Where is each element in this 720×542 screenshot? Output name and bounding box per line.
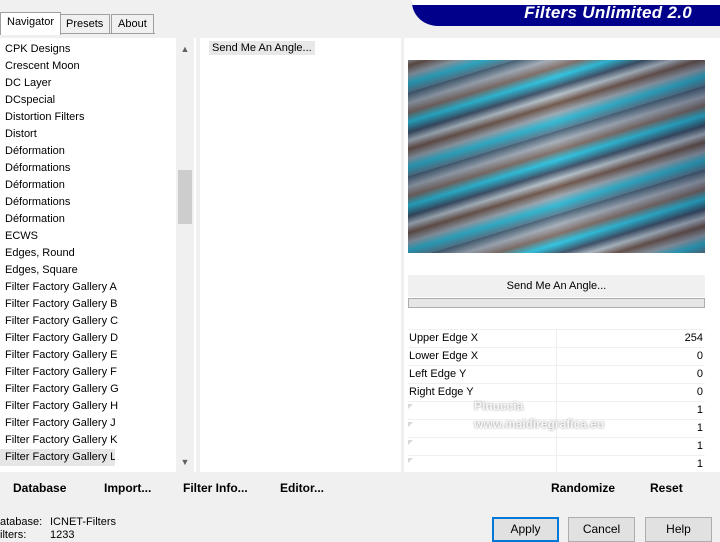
tab-bar: Navigator Presets About <box>0 12 160 35</box>
category-item[interactable]: Edges, Square <box>0 262 176 279</box>
category-item[interactable]: Filter Factory Gallery E <box>0 347 176 364</box>
status-filters-label: ilters: <box>0 529 27 541</box>
param-row[interactable]: 1 <box>408 455 705 474</box>
param-value[interactable]: 0 <box>697 350 703 362</box>
tab-navigator[interactable]: Navigator <box>0 12 62 35</box>
watermark-site: www.maidiregrafica.eu <box>474 417 605 431</box>
category-item[interactable]: CPK Designs <box>0 41 176 58</box>
scroll-thumb[interactable] <box>178 170 192 224</box>
status-database-value: ICNET-Filters <box>50 516 116 528</box>
category-item[interactable]: Déformation <box>0 143 176 160</box>
category-item[interactable]: Filter Factory Gallery C <box>0 313 176 330</box>
current-filter-name: Send Me An Angle... <box>408 275 705 297</box>
param-tick-icon <box>408 440 413 445</box>
param-row[interactable]: Lower Edge X 0 <box>408 347 705 366</box>
category-item[interactable]: Distort <box>0 126 176 143</box>
param-value[interactable]: 1 <box>697 458 703 470</box>
filter-list[interactable]: Send Me An Angle... <box>200 38 401 472</box>
category-item[interactable]: Crescent Moon <box>0 58 176 75</box>
category-item[interactable]: Filter Factory Gallery J <box>0 415 176 432</box>
category-item[interactable]: Filter Factory Gallery H <box>0 398 176 415</box>
category-item[interactable]: Déformation <box>0 211 176 228</box>
param-row[interactable]: Right Edge Y 0 <box>408 383 705 402</box>
tab-presets[interactable]: Presets <box>59 14 111 34</box>
category-item[interactable]: Filter Factory Gallery A <box>0 279 176 296</box>
reset-button[interactable]: Reset <box>650 481 683 495</box>
category-item[interactable]: Filter Factory Gallery F <box>0 364 176 381</box>
status-database: atabase: ICNET-Filters <box>0 516 116 528</box>
param-separator <box>556 384 557 402</box>
category-item[interactable]: Déformation <box>0 177 176 194</box>
param-label: Left Edge Y <box>409 368 467 380</box>
param-separator <box>556 456 557 474</box>
param-tick-icon <box>408 404 413 409</box>
filter-info-button[interactable]: Filter Info... <box>183 481 248 495</box>
import-button[interactable]: Import... <box>104 481 151 495</box>
category-item[interactable]: Filter Factory Gallery D <box>0 330 176 347</box>
category-scrollbar[interactable]: ▲ ▼ <box>176 38 194 472</box>
scroll-down-icon[interactable]: ▼ <box>176 454 194 471</box>
preview-image <box>408 60 705 253</box>
category-item[interactable]: DC Layer <box>0 75 176 92</box>
param-row[interactable]: Left Edge Y 0 <box>408 365 705 384</box>
watermark-name: Pinuccia <box>474 399 524 413</box>
filter-item[interactable]: Send Me An Angle... <box>209 41 315 55</box>
param-label: Upper Edge X <box>409 332 479 344</box>
database-button[interactable]: Database <box>13 481 66 495</box>
apply-button[interactable]: Apply <box>492 517 559 542</box>
category-item[interactable]: Distortion Filters <box>0 109 176 126</box>
param-separator <box>556 348 557 366</box>
param-value[interactable]: 1 <box>697 440 703 452</box>
randomize-button[interactable]: Randomize <box>551 481 615 495</box>
param-value[interactable]: 254 <box>685 332 703 344</box>
param-value[interactable]: 0 <box>697 386 703 398</box>
app-banner: Filters Unlimited 2.0 <box>412 0 720 26</box>
editor-button[interactable]: Editor... <box>280 481 324 495</box>
param-value[interactable]: 1 <box>697 404 703 416</box>
banner-title: Filters Unlimited 2.0 <box>524 3 692 22</box>
category-list[interactable]: CPK Designs Crescent Moon DC Layer DCspecia… <box>0 38 196 472</box>
category-item[interactable]: DCspecial <box>0 92 176 109</box>
category-item[interactable]: ECWS <box>0 228 176 245</box>
category-item[interactable]: Filter Factory Gallery B <box>0 296 176 313</box>
param-separator <box>556 438 557 456</box>
category-item[interactable]: Déformations <box>0 160 176 177</box>
status-filters-value: 1233 <box>50 529 75 541</box>
progress-bar <box>408 298 705 308</box>
param-separator <box>556 366 557 384</box>
category-item[interactable]: Déformations <box>0 194 176 211</box>
status-database-label: atabase: <box>0 516 43 528</box>
help-button[interactable]: Help <box>645 517 712 542</box>
tab-about[interactable]: About <box>111 14 154 34</box>
param-label: Right Edge Y <box>409 386 474 398</box>
param-value[interactable]: 1 <box>697 422 703 434</box>
param-tick-icon <box>408 422 413 427</box>
param-value[interactable]: 0 <box>697 368 703 380</box>
scroll-up-icon[interactable]: ▲ <box>176 41 194 58</box>
cancel-button[interactable]: Cancel <box>568 517 635 542</box>
param-label: Lower Edge X <box>409 350 479 362</box>
category-item[interactable]: Filter Factory Gallery G <box>0 381 176 398</box>
param-row[interactable]: 1 <box>408 437 705 456</box>
category-item[interactable]: Filter Factory Gallery L <box>0 449 115 466</box>
param-row[interactable]: Upper Edge X 254 <box>408 329 705 348</box>
category-item[interactable]: Filter Factory Gallery K <box>0 432 176 449</box>
category-item[interactable]: Edges, Round <box>0 245 176 262</box>
param-separator <box>556 330 557 348</box>
param-tick-icon <box>408 458 413 463</box>
status-filters: ilters: 1233 <box>0 529 74 541</box>
